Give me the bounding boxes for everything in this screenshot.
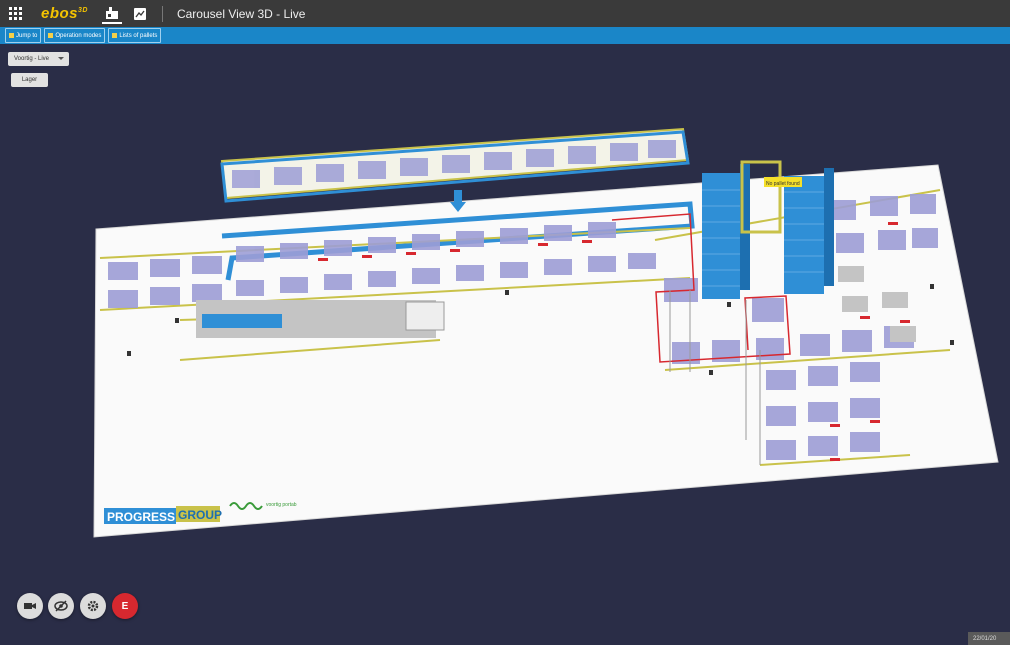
carousel-view-icon <box>105 6 118 19</box>
list-icon <box>112 33 118 38</box>
modes-icon <box>48 33 54 38</box>
chart-icon <box>133 7 146 20</box>
layer-button[interactable]: Lager <box>11 73 48 87</box>
toolbar: Jump to Operation modes Lists of pallets <box>0 27 1010 44</box>
lists-of-pallets-button[interactable]: Lists of pallets <box>108 28 162 43</box>
wrapping-unit <box>202 314 282 328</box>
visibility-button[interactable] <box>48 593 74 619</box>
view-select[interactable]: Voortig - Live <box>8 52 69 66</box>
camera-button[interactable] <box>17 593 43 619</box>
datestamp: 22/01/20 <box>968 632 1010 645</box>
tab-carousel-view[interactable] <box>101 4 122 24</box>
partner-text: voortig portab <box>266 502 297 508</box>
jump-icon <box>9 33 14 38</box>
operation-modes-label: Operation modes <box>55 32 102 39</box>
chevron-down-icon <box>58 57 64 60</box>
gear-icon <box>87 600 99 612</box>
brand-group: GROUP <box>178 508 222 522</box>
e-button[interactable]: E <box>112 593 138 619</box>
app-grid-icon[interactable] <box>9 6 25 22</box>
settings-button[interactable] <box>80 593 106 619</box>
page-title: Carousel View 3D - Live <box>176 6 306 21</box>
carousel-3d-view[interactable]: No pallet found PROGRESS GROUP voortig p… <box>0 44 1010 632</box>
jump-to-button[interactable]: Jump to <box>5 28 42 43</box>
operation-modes-button[interactable]: Operation modes <box>44 28 106 43</box>
warning-label: No pallet found <box>766 181 800 187</box>
app-header: ebos3D Carousel View 3D - Live <box>0 0 1010 27</box>
header-divider <box>161 5 163 22</box>
lists-of-pallets-label: Lists of pallets <box>119 32 158 39</box>
jump-to-label: Jump to <box>16 32 38 39</box>
camera-icon <box>24 603 36 609</box>
brand-progress: PROGRESS <box>107 510 175 524</box>
view-select-value: Voortig - Live <box>14 56 50 62</box>
ebos-logo: ebos3D <box>41 5 88 22</box>
control-panel <box>405 301 445 331</box>
tab-chart[interactable] <box>130 4 150 24</box>
visibility-off-icon <box>54 600 68 612</box>
